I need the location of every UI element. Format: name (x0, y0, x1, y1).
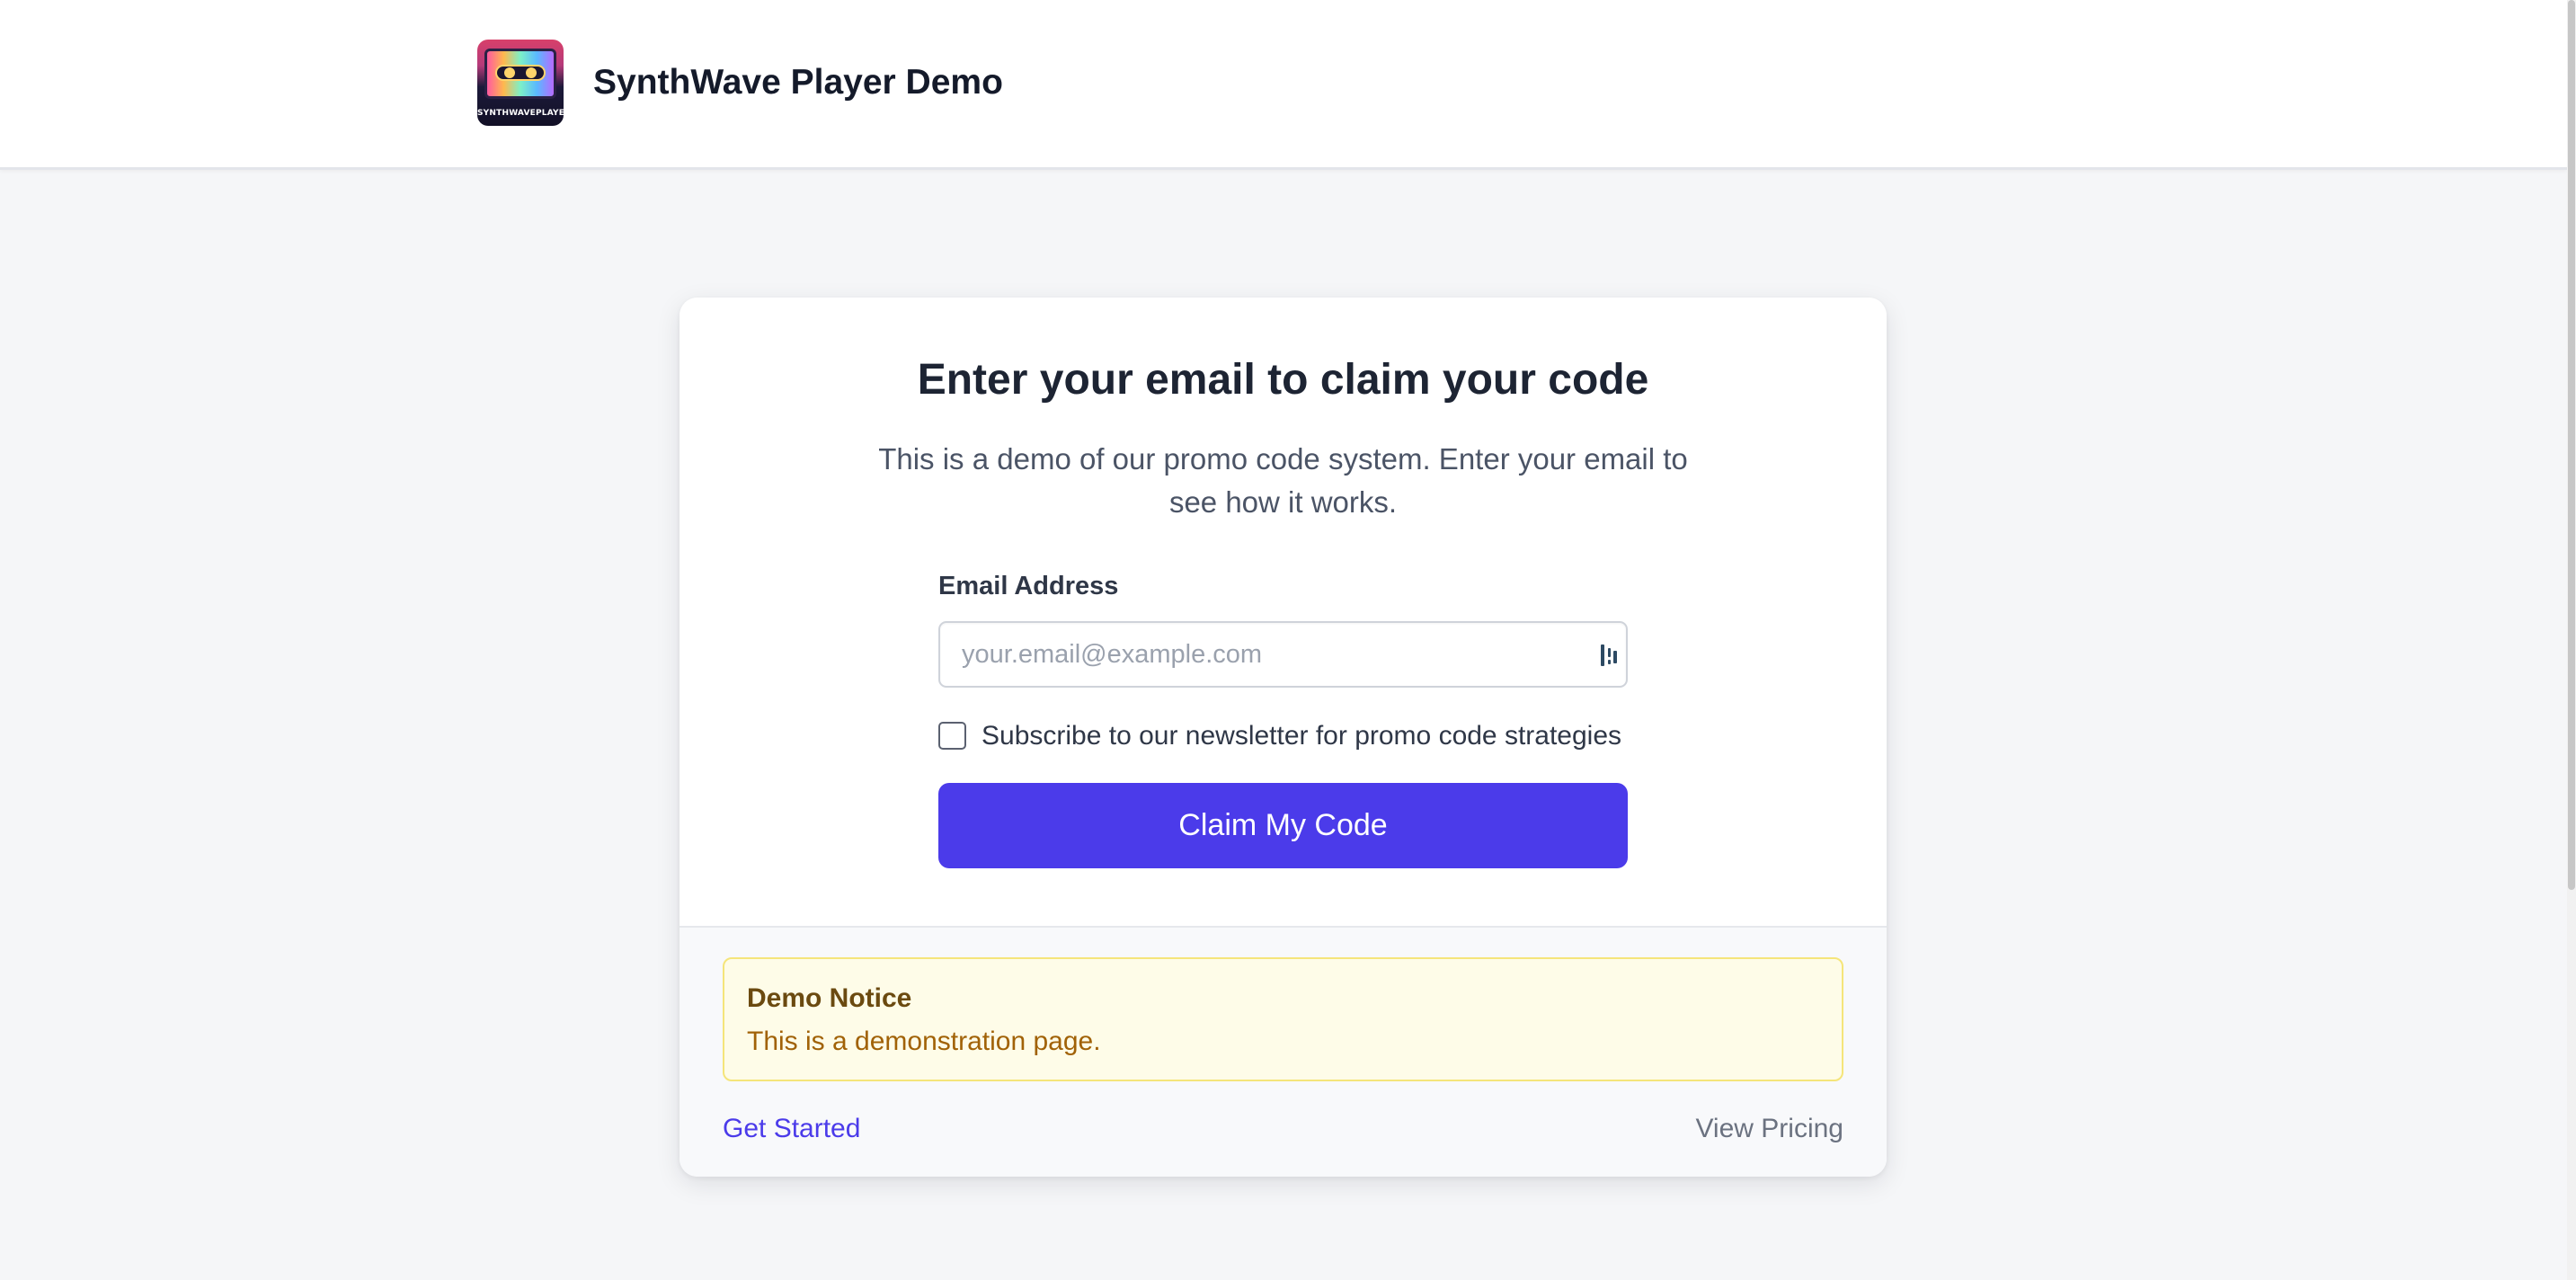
password-manager-icon[interactable] (1600, 643, 1620, 668)
scrollbar-thumb[interactable] (2568, 0, 2575, 890)
site-title: SynthWave Player Demo (593, 63, 1003, 102)
card-heading: Enter your email to claim your code (917, 356, 1649, 404)
claim-card: Enter your email to claim your code This… (680, 298, 1887, 1177)
newsletter-label[interactable]: Subscribe to our newsletter for promo co… (982, 719, 1621, 753)
logo-brand-text: SYNTHWAVEPLAYER (477, 109, 564, 118)
email-label: Email Address (938, 572, 1119, 600)
claim-code-button[interactable]: Claim My Code (938, 783, 1628, 868)
page-scrollbar[interactable] (2567, 0, 2576, 1280)
email-field[interactable] (938, 621, 1628, 688)
newsletter-checkbox[interactable] (938, 722, 966, 750)
card-subtitle: This is a demo of our promo code system.… (878, 442, 1688, 519)
logo-tape (495, 65, 546, 81)
view-pricing-link[interactable]: View Pricing (1695, 1113, 1843, 1145)
site-header: SYNTHWAVEPLAYER SynthWave Player Demo (0, 0, 2567, 170)
get-started-link[interactable]: Get Started (723, 1113, 860, 1145)
notice-title: Demo Notice (747, 983, 912, 1013)
demo-notice: Demo Notice This is a demonstration page… (723, 957, 1843, 1081)
notice-text: This is a demonstration page. (747, 1027, 1101, 1056)
logo-reel-left (504, 67, 515, 78)
claim-form-section: Enter your email to claim your code This… (680, 298, 1887, 926)
cassette-logo-icon[interactable]: SYNTHWAVEPLAYER (477, 40, 564, 126)
card-footer: Demo Notice This is a demonstration page… (680, 926, 1887, 1177)
logo-reel-right (526, 67, 537, 78)
